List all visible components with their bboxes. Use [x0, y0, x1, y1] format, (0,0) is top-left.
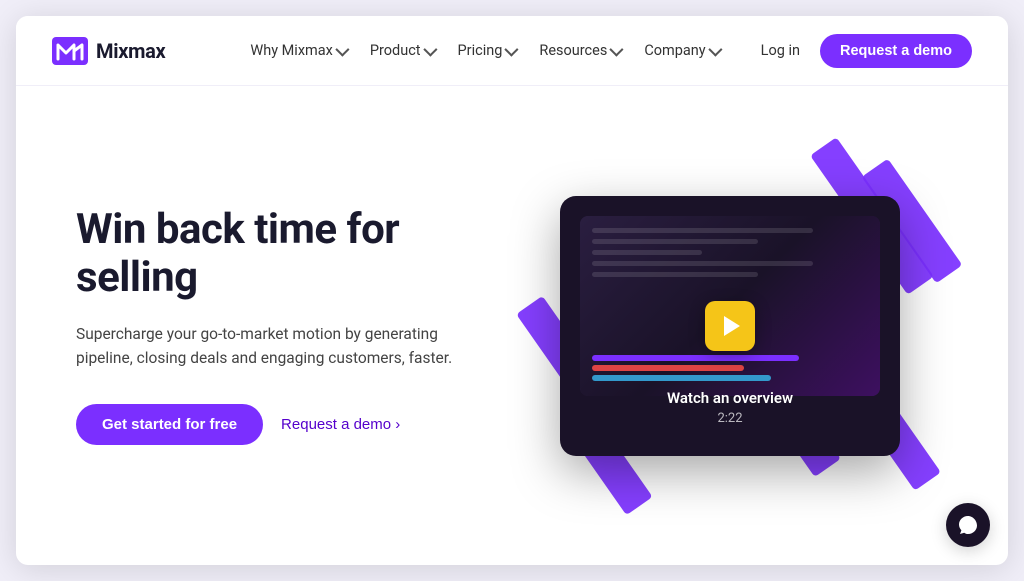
nav-item-resources[interactable]: Resources	[529, 36, 630, 65]
hero-right: Watch an overview 2:22	[512, 116, 948, 536]
screen-lines	[592, 228, 868, 283]
bar-purple	[592, 355, 799, 361]
screen-line	[592, 250, 702, 255]
chat-support-button[interactable]	[946, 503, 990, 547]
chevron-down-icon	[423, 42, 437, 56]
bar-pink	[592, 365, 744, 371]
play-button[interactable]	[705, 301, 755, 351]
screen-line	[592, 239, 758, 244]
video-card[interactable]: Watch an overview 2:22	[560, 196, 900, 456]
hero-buttons: Get started for free Request a demo ›	[76, 404, 512, 445]
bar-blue	[592, 375, 771, 381]
nav-item-company[interactable]: Company	[634, 36, 728, 65]
login-link[interactable]: Log in	[749, 36, 812, 65]
screen-line	[592, 228, 813, 233]
logo-area[interactable]: Mixmax	[52, 37, 165, 65]
chevron-down-icon	[335, 42, 349, 56]
video-label: Watch an overview	[667, 389, 793, 407]
brand-name: Mixmax	[96, 39, 165, 63]
get-started-button[interactable]: Get started for free	[76, 404, 263, 445]
video-duration: 2:22	[717, 411, 742, 426]
screen-line	[592, 272, 758, 277]
browser-window: Mixmax Why Mixmax Product Pricing Resour…	[16, 16, 1008, 565]
hero-subtitle: Supercharge your go-to-market motion by …	[76, 322, 476, 370]
hero-left: Win back time for selling Supercharge yo…	[76, 206, 512, 446]
nav-item-pricing[interactable]: Pricing	[448, 36, 526, 65]
chat-icon	[957, 514, 979, 536]
nav-item-product[interactable]: Product	[360, 36, 444, 65]
screen-line	[592, 261, 813, 266]
navbar: Mixmax Why Mixmax Product Pricing Resour…	[16, 16, 1008, 86]
play-triangle-icon	[724, 316, 740, 336]
chevron-down-icon	[708, 42, 722, 56]
nav-links: Why Mixmax Product Pricing Resources Com…	[240, 36, 728, 65]
chevron-down-icon	[610, 42, 624, 56]
hero-title: Win back time for selling	[76, 206, 512, 303]
logo-icon	[52, 37, 88, 65]
screen-bars	[592, 355, 868, 381]
nav-item-why-mixmax[interactable]: Why Mixmax	[240, 36, 355, 65]
request-demo-hero-button[interactable]: Request a demo ›	[281, 416, 400, 433]
hero-section: Win back time for selling Supercharge yo…	[16, 86, 1008, 565]
chevron-down-icon	[505, 42, 519, 56]
request-demo-nav-button[interactable]: Request a demo	[820, 34, 972, 68]
